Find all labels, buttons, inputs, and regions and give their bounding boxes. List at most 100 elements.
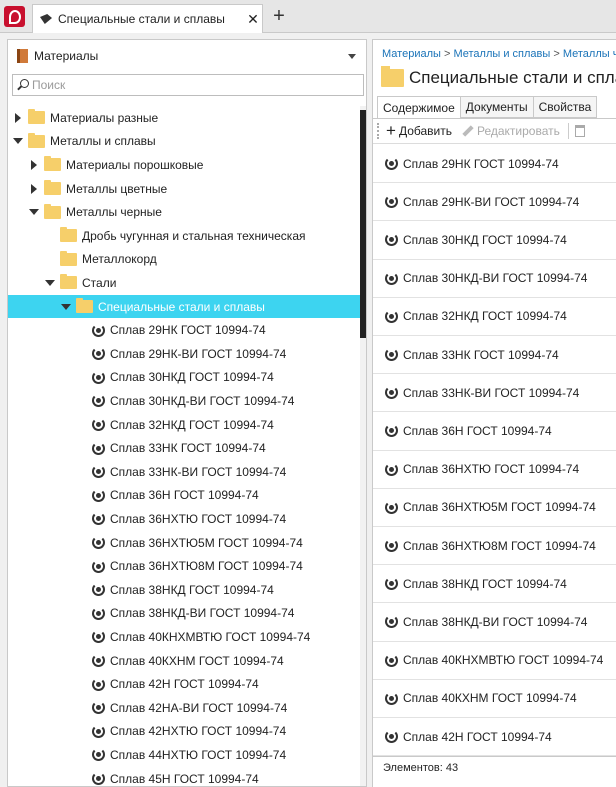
breadcrumb-link[interactable]: Металлы черные [563, 48, 616, 60]
tree-material-item[interactable]: Сплав 36НХТЮ8М ГОСТ 10994-74 [8, 554, 360, 578]
tree-material-item[interactable]: Сплав 42НХТЮ ГОСТ 10994-74 [8, 720, 360, 744]
list-item[interactable]: Сплав 38НКД-ВИ ГОСТ 10994-74 [373, 603, 616, 642]
chevron-down-icon[interactable] [348, 53, 356, 59]
tab-1[interactable]: Документы [460, 96, 534, 118]
tree-material-item[interactable]: Сплав 44НХТЮ ГОСТ 10994-74 [8, 743, 360, 767]
list-item[interactable]: Сплав 29НК-ВИ ГОСТ 10994-74 [373, 183, 616, 222]
library-tab-icon [39, 12, 53, 26]
list-item[interactable]: Сплав 40КХНМ ГОСТ 10994-74 [373, 680, 616, 718]
tree-material-item[interactable]: Сплав 30НКД ГОСТ 10994-74 [8, 366, 360, 390]
page-title-text: Специальные стали и сплавы [409, 68, 616, 87]
tree-material-item[interactable]: Сплав 38НКД ГОСТ 10994-74 [8, 578, 360, 602]
material-icon [92, 323, 105, 337]
tree-material-item[interactable]: Сплав 32НКД ГОСТ 10994-74 [8, 413, 360, 437]
edit-button[interactable]: Редактировать [460, 124, 560, 138]
search-input[interactable] [32, 78, 332, 92]
add-tab-button[interactable]: + [268, 5, 290, 27]
material-icon [92, 772, 105, 786]
tree-folder-item[interactable]: Дробь чугунная и стальная техническая [8, 224, 360, 248]
tree-material-item[interactable]: Сплав 40КХНМ ГОСТ 10994-74 [8, 649, 360, 673]
list-item[interactable]: Сплав 36Н ГОСТ 10994-74 [373, 412, 616, 451]
tree-folder-item[interactable]: Материалы разные [8, 106, 360, 130]
tree-material-item[interactable]: Сплав 42Н ГОСТ 10994-74 [8, 672, 360, 696]
list-item[interactable]: Сплав 40КНХМВТЮ ГОСТ 10994-74 [373, 642, 616, 680]
search-box[interactable] [12, 74, 364, 96]
library-tree: Материалы разные Металлы и сплавы Материал… [8, 106, 360, 786]
tree-scrollbar[interactable] [360, 106, 366, 786]
tree-item-label: Сплав 33НК-ВИ ГОСТ 10994-74 [110, 464, 287, 479]
list-item[interactable]: Сплав 30НКД-ВИ ГОСТ 10994-74 [373, 260, 616, 298]
expander-placeholder [76, 631, 88, 643]
app-logo-icon[interactable] [4, 6, 25, 27]
status-bar: Элементов: 43 [373, 756, 616, 787]
expander-placeholder [76, 607, 88, 619]
tree-folder-item[interactable]: Металлокорд [8, 248, 360, 272]
tree-item-label: Металлы и сплавы [50, 134, 156, 149]
material-icon [385, 615, 398, 629]
tree-material-item[interactable]: Сплав 42НА-ВИ ГОСТ 10994-74 [8, 696, 360, 720]
list-item[interactable]: Сплав 32НКД ГОСТ 10994-74 [373, 298, 616, 336]
tree-material-item[interactable]: Сплав 36НХТЮ5М ГОСТ 10994-74 [8, 531, 360, 555]
expand-arrow-icon[interactable] [12, 112, 24, 124]
collapse-arrow-icon[interactable] [28, 206, 40, 218]
material-icon [92, 606, 105, 620]
list-item[interactable]: Сплав 42Н ГОСТ 10994-74 [373, 718, 616, 756]
library-selector[interactable]: Материалы [14, 45, 362, 67]
list-item-label: Сплав 38НКД-ВИ ГОСТ 10994-74 [403, 614, 588, 629]
tree-folder-item[interactable]: Металлы цветные [8, 177, 360, 201]
tree-material-item[interactable]: Сплав 36Н ГОСТ 10994-74 [8, 484, 360, 508]
tree-scrollbar-thumb[interactable] [360, 110, 366, 338]
tree-folder-item[interactable]: Металлы черные [8, 200, 360, 224]
list-item[interactable]: Сплав 36НХТЮ5М ГОСТ 10994-74 [373, 489, 616, 527]
breadcrumb-link[interactable]: Металлы и сплавы [453, 48, 550, 60]
expand-arrow-icon[interactable] [28, 159, 40, 171]
tree-material-item[interactable]: Сплав 40КНХМВТЮ ГОСТ 10994-74 [8, 625, 360, 649]
collapse-arrow-icon[interactable] [44, 277, 56, 289]
collapse-arrow-icon[interactable] [60, 301, 72, 313]
document-tab[interactable]: Специальные стали и сплавы ✕ [32, 4, 263, 33]
tree-material-item[interactable]: Сплав 45Н ГОСТ 10994-74 [8, 767, 360, 786]
tree-item-label: Сплав 30НКД-ВИ ГОСТ 10994-74 [110, 393, 295, 408]
folder-icon [28, 109, 45, 125]
list-item-label: Сплав 33НК ГОСТ 10994-74 [403, 347, 559, 362]
tab-2[interactable]: Свойства [533, 96, 598, 118]
tree-material-item[interactable]: Сплав 29НК ГОСТ 10994-74 [8, 318, 360, 342]
expand-arrow-icon[interactable] [28, 183, 40, 195]
expander-placeholder [76, 537, 88, 549]
tree-item-label: Дробь чугунная и стальная техническая [82, 228, 306, 243]
close-tab-icon[interactable]: ✕ [244, 11, 262, 28]
tree-material-item[interactable]: Сплав 33НК ГОСТ 10994-74 [8, 436, 360, 460]
breadcrumb-link[interactable]: Материалы [382, 48, 441, 60]
list-item[interactable]: Сплав 36НХТЮ8М ГОСТ 10994-74 [373, 527, 616, 566]
tree-material-item[interactable]: Сплав 36НХТЮ ГОСТ 10994-74 [8, 507, 360, 531]
material-icon [92, 512, 105, 526]
tab-0[interactable]: Содержимое [377, 96, 461, 118]
list-item[interactable]: Сплав 29НК ГОСТ 10994-74 [373, 145, 616, 184]
tree-folder-item[interactable]: Металлы и сплавы [8, 130, 360, 154]
tree-material-item[interactable]: Сплав 30НКД-ВИ ГОСТ 10994-74 [8, 389, 360, 413]
tree-item-label: Сплав 32НКД ГОСТ 10994-74 [110, 417, 274, 432]
tree-material-item[interactable]: Сплав 38НКД-ВИ ГОСТ 10994-74 [8, 602, 360, 626]
tree-folder-item[interactable]: Специальные стали и сплавы [8, 294, 360, 319]
add-button[interactable]: + Добавить [386, 122, 452, 139]
tree-folder-item[interactable]: Стали [8, 271, 360, 295]
expander-placeholder [44, 230, 56, 242]
collapse-arrow-icon[interactable] [12, 135, 24, 147]
tree-material-item[interactable]: Сплав 29НК-ВИ ГОСТ 10994-74 [8, 342, 360, 366]
list-item[interactable]: Сплав 36НХТЮ ГОСТ 10994-74 [373, 451, 616, 489]
material-icon [385, 577, 398, 591]
expander-placeholder [76, 678, 88, 690]
tree-material-item[interactable]: Сплав 33НК-ВИ ГОСТ 10994-74 [8, 460, 360, 484]
list-item-label: Сплав 42Н ГОСТ 10994-74 [403, 729, 552, 744]
list-item[interactable]: Сплав 30НКД ГОСТ 10994-74 [373, 221, 616, 260]
tree-folder-item[interactable]: Материалы порошковые [8, 153, 360, 177]
list-item-label: Сплав 36НХТЮ5М ГОСТ 10994-74 [403, 500, 596, 515]
material-icon [92, 748, 105, 762]
search-icon [17, 79, 29, 91]
expander-placeholder [76, 725, 88, 737]
folder-icon [60, 227, 77, 243]
list-item[interactable]: Сплав 33НК ГОСТ 10994-74 [373, 336, 616, 375]
delete-icon[interactable] [574, 125, 585, 137]
list-item[interactable]: Сплав 38НКД ГОСТ 10994-74 [373, 565, 616, 604]
list-item[interactable]: Сплав 33НК-ВИ ГОСТ 10994-74 [373, 374, 616, 413]
